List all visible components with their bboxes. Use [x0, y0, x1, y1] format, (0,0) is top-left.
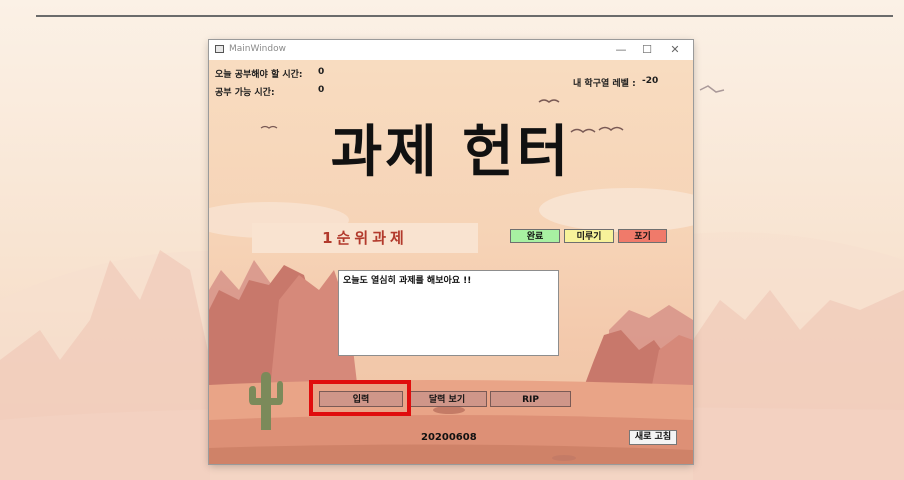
minimize-button[interactable]: —: [607, 42, 635, 58]
rip-button[interactable]: RIP: [490, 391, 571, 407]
study-available-value: 0: [318, 85, 325, 95]
app-window-icon: [215, 45, 224, 53]
main-client-area: 오늘 공부해야 할 시간: 0 공부 가능 시간: 0 내 학구열 레벨 : -…: [209, 60, 693, 464]
window-title: MainWindow: [229, 44, 286, 54]
study-available-label: 공부 가능 시간:: [215, 88, 275, 98]
input-button-highlight-box: [309, 380, 411, 416]
message-text-area[interactable]: 오늘도 열심히 과제를 해보아요 !!: [338, 270, 559, 356]
date-display: 20200608: [421, 432, 477, 443]
app-title: 과제 헌터: [330, 120, 572, 185]
study-needed-value: 0: [318, 67, 325, 77]
done-button[interactable]: 완료: [510, 229, 560, 243]
main-window: MainWindow — ☐ ✕ 오늘 공부해야 할 시간: 0 공부 가능 시…: [209, 40, 693, 464]
maximize-button[interactable]: ☐: [633, 42, 661, 58]
giveup-button[interactable]: 포기: [618, 229, 667, 243]
priority-task-label: 1순위과제: [252, 223, 478, 253]
postpone-button[interactable]: 미루기: [564, 229, 614, 243]
level-label: 내 학구열 레벨 :: [573, 79, 636, 89]
study-needed-label: 오늘 공부해야 할 시간:: [215, 70, 303, 80]
refresh-button[interactable]: 새로 고침: [629, 430, 677, 445]
level-value: -20: [642, 76, 659, 86]
calendar-view-button[interactable]: 달력 보기: [407, 391, 487, 407]
title-bar: MainWindow — ☐ ✕: [209, 40, 693, 60]
close-button[interactable]: ✕: [661, 42, 689, 58]
